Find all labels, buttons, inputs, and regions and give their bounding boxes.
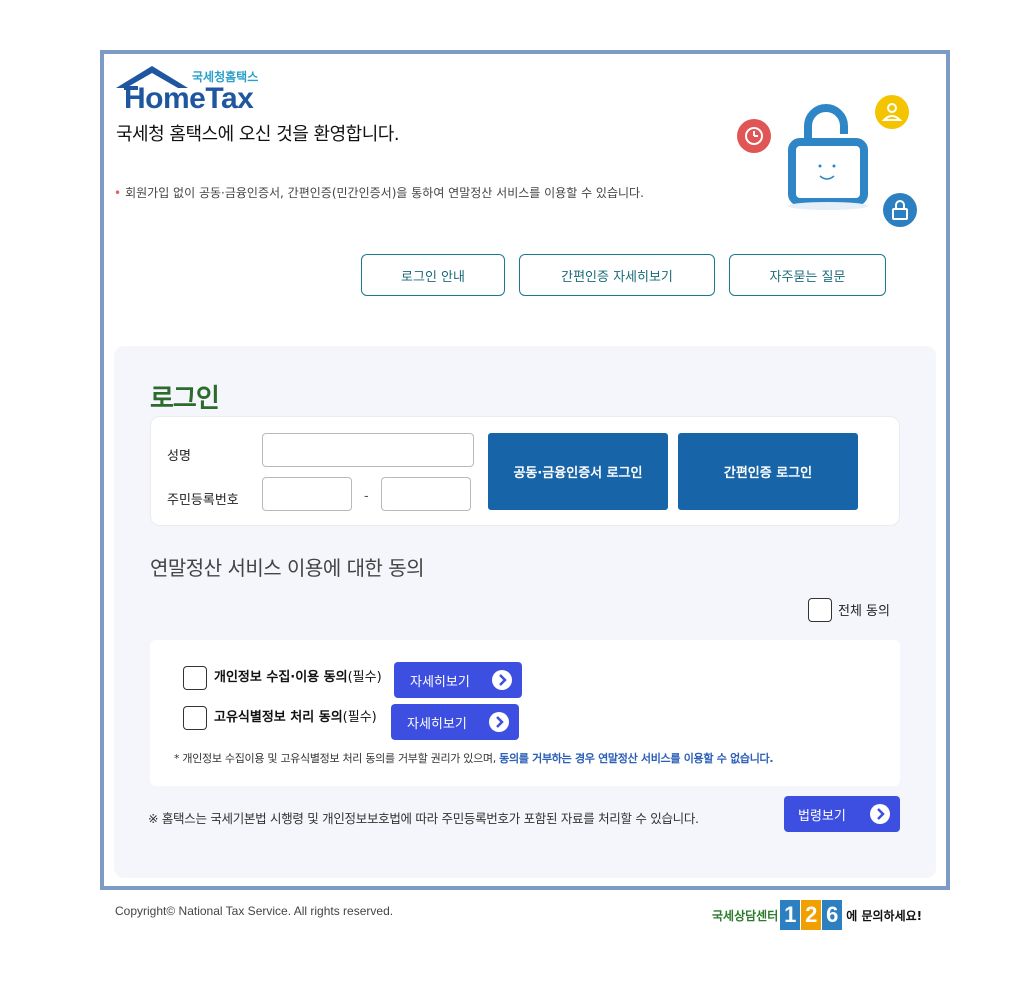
consent-note: * 개인정보 수집이용 및 고유식별정보 처리 동의를 거부할 권리가 있으며,… bbox=[174, 750, 774, 766]
call-center-digit: 1 bbox=[780, 900, 801, 930]
service-notice-text: 회원가입 없이 공동·금융인증서, 간편인증(민간인증서)을 통하여 연말정산 … bbox=[125, 186, 644, 200]
copyright-text: Copyright© National Tax Service. All rig… bbox=[115, 904, 394, 918]
call-center-digit: 6 bbox=[822, 900, 843, 930]
required-mark: (필수) bbox=[347, 670, 382, 685]
login-panel: 로그인 성명 주민등록번호 - 공동·금융인증서 로그인 간편인증 로그인 연말… bbox=[114, 346, 936, 878]
rrn-label: 주민등록번호 bbox=[167, 493, 239, 508]
arrow-right-icon bbox=[870, 804, 890, 824]
rrn-separator: - bbox=[364, 489, 369, 504]
privacy-detail-button-label: 자세히보기 bbox=[410, 674, 470, 690]
law-view-button-label: 법령보기 bbox=[798, 808, 846, 824]
consent-title: 연말정산 서비스 이용에 대한 동의 bbox=[150, 556, 425, 580]
user-icon bbox=[875, 95, 909, 129]
privacy-consent-label-text: 개인정보 수집·이용 동의 bbox=[214, 670, 348, 685]
welcome-heading: 국세청 홈택스에 오신 것을 환영합니다. bbox=[116, 124, 400, 145]
call-center-banner: 국세상담센터 1 2 6 에 문의하세요! bbox=[712, 898, 922, 932]
login-frame: 국세청홈택스 HomeTax 국세청 홈택스에 오신 것을 환영합니다. • 회원… bbox=[100, 50, 950, 890]
arrow-right-icon bbox=[492, 670, 512, 690]
hometax-logo[interactable]: 국세청홈택스 HomeTax bbox=[116, 64, 276, 116]
login-form: 성명 주민등록번호 - 공동·금융인증서 로그인 간편인증 로그인 bbox=[150, 416, 900, 526]
privacy-consent-checkbox[interactable] bbox=[183, 666, 207, 690]
bullet-icon: • bbox=[114, 186, 122, 200]
rrn-front-input[interactable] bbox=[262, 477, 352, 511]
agree-all-checkbox[interactable] bbox=[808, 598, 832, 622]
clock-icon bbox=[737, 119, 771, 153]
privacy-detail-button[interactable]: 자세히보기 bbox=[394, 662, 522, 698]
privacy-consent-label: 개인정보 수집·이용 동의(필수) bbox=[214, 666, 382, 685]
name-input[interactable] bbox=[262, 433, 474, 467]
unique-id-consent-label: 고유식별정보 처리 동의(필수) bbox=[214, 706, 377, 725]
law-note: ※ 홈택스는 국세기본법 시행령 및 개인정보보호법에 따라 주민등록번호가 포… bbox=[148, 811, 699, 826]
unique-id-consent-checkbox[interactable] bbox=[183, 706, 207, 730]
consent-items: 개인정보 수집·이용 동의(필수) 자세히보기 고유식별정보 처리 동의(필수)… bbox=[150, 640, 900, 786]
law-view-button[interactable]: 법령보기 bbox=[784, 796, 900, 832]
logo-title: HomeTax bbox=[124, 82, 254, 115]
login-title: 로그인 bbox=[150, 384, 220, 414]
call-center-number: 1 2 6 bbox=[780, 900, 843, 930]
login-guide-button[interactable]: 로그인 안내 bbox=[361, 254, 505, 296]
arrow-right-icon bbox=[489, 712, 509, 732]
call-center-digit: 2 bbox=[801, 900, 822, 930]
name-label: 성명 bbox=[167, 449, 191, 464]
call-center-suffix: 에 문의하세요! bbox=[846, 908, 923, 923]
unique-id-consent-label-text: 고유식별정보 처리 동의 bbox=[214, 710, 343, 725]
consent-note-text: * 개인정보 수집이용 및 고유식별정보 처리 동의를 거부할 권리가 있으며, bbox=[174, 752, 500, 765]
cert-login-button[interactable]: 공동·금융인증서 로그인 bbox=[488, 433, 668, 510]
lock-icon bbox=[883, 193, 917, 227]
service-notice: • 회원가입 없이 공동·금융인증서, 간편인증(민간인증서)을 통하여 연말정산… bbox=[114, 184, 644, 201]
padlock-illustration bbox=[737, 95, 917, 227]
simple-auth-detail-button[interactable]: 간편인증 자세히보기 bbox=[519, 254, 715, 296]
unique-id-detail-button[interactable]: 자세히보기 bbox=[391, 704, 519, 740]
agree-all-label: 전체 동의 bbox=[838, 604, 890, 619]
simple-auth-login-button[interactable]: 간편인증 로그인 bbox=[678, 433, 858, 510]
faq-button[interactable]: 자주묻는 질문 bbox=[729, 254, 886, 296]
unique-id-detail-button-label: 자세히보기 bbox=[407, 716, 467, 732]
rrn-back-input[interactable] bbox=[381, 477, 471, 511]
consent-note-highlight: 동의를 거부하는 경우 연말정산 서비스를 이용할 수 없습니다. bbox=[499, 752, 774, 765]
call-center-label: 국세상담센터 bbox=[712, 908, 779, 923]
required-mark: (필수) bbox=[342, 710, 377, 725]
